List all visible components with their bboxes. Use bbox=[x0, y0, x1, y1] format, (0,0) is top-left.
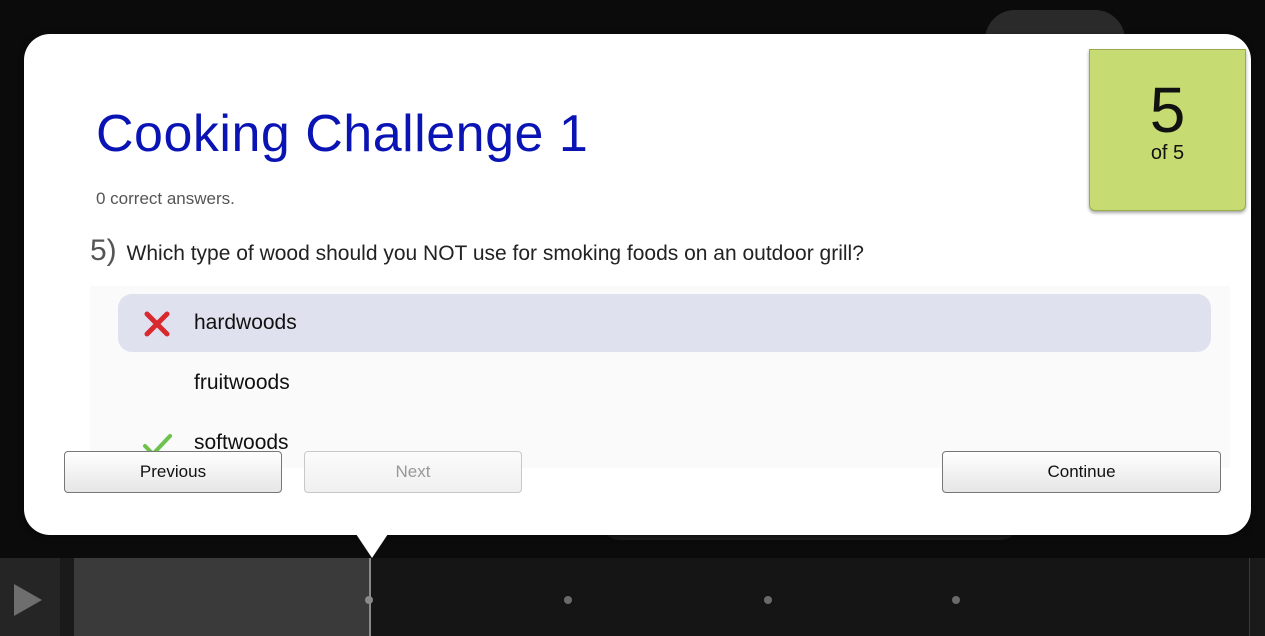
next-button[interactable]: Next bbox=[304, 451, 522, 493]
question-text: Which type of wood should you NOT use fo… bbox=[126, 242, 864, 265]
total-questions-label: of 5 bbox=[1150, 142, 1185, 164]
quiz-title: Cooking Challenge 1 bbox=[96, 105, 589, 163]
player-bar bbox=[0, 558, 1265, 636]
answer-option-hardwoods[interactable]: hardwoods bbox=[118, 294, 1211, 352]
previous-button[interactable]: Previous bbox=[64, 451, 282, 493]
answers-panel: hardwoods fruitwoods softwoods bbox=[90, 286, 1230, 468]
answer-label: fruitwoods bbox=[194, 371, 290, 394]
current-question-number: 5 bbox=[1149, 74, 1186, 146]
timeline-marker[interactable] bbox=[564, 596, 572, 604]
card-pointer bbox=[356, 534, 388, 558]
timeline-track[interactable] bbox=[74, 558, 1250, 636]
timeline-marker[interactable] bbox=[764, 596, 772, 604]
video-stage: Cooking Challenge 1 0 correct answers. 5… bbox=[0, 0, 1265, 636]
continue-button[interactable]: Continue bbox=[942, 451, 1221, 493]
play-icon bbox=[14, 584, 42, 616]
timeline-progress bbox=[75, 558, 369, 636]
question: 5) Which type of wood should you NOT use… bbox=[90, 234, 864, 268]
score-text: 0 correct answers. bbox=[96, 189, 235, 208]
answer-label: hardwoods bbox=[194, 311, 297, 334]
timeline-marker[interactable] bbox=[365, 596, 373, 604]
x-mark-icon bbox=[144, 311, 170, 337]
timeline-marker[interactable] bbox=[952, 596, 960, 604]
play-button[interactable] bbox=[0, 558, 60, 636]
question-counter-badge: 5 of 5 bbox=[1089, 49, 1246, 211]
question-number: 5) bbox=[90, 234, 117, 267]
answer-option-fruitwoods[interactable]: fruitwoods bbox=[118, 354, 1211, 412]
